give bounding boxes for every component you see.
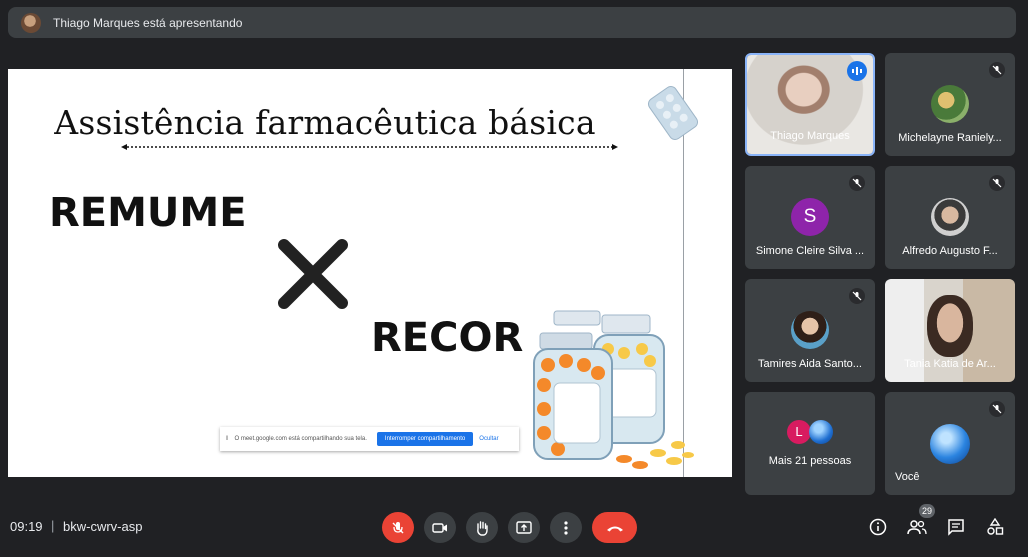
participant-avatar	[931, 85, 969, 123]
participant-avatar	[791, 311, 829, 349]
participant-name: Tamires Aida Santo...	[758, 358, 862, 370]
participant-tile-alfredo[interactable]: Alfredo Augusto F...	[885, 166, 1015, 269]
camera-toggle-button[interactable]	[424, 512, 456, 543]
presenter-avatar	[21, 12, 41, 33]
stop-sharing-button[interactable]: Interromper compartilhamento	[376, 432, 474, 446]
participant-tile-thiago[interactable]: Thiago Marques	[745, 53, 875, 156]
hide-notification-link[interactable]: Ocultar	[479, 436, 498, 442]
more-vert-icon	[564, 520, 568, 535]
people-button[interactable]	[906, 516, 928, 538]
participant-tile-tamires[interactable]: Tamires Aida Santo...	[745, 279, 875, 382]
activities-button[interactable]	[984, 516, 1006, 538]
meeting-code: bkw-cwrv-asp	[63, 519, 143, 534]
more-participants-label: Mais 21 pessoas	[768, 455, 852, 467]
activities-shapes-icon	[987, 518, 1004, 535]
participant-tile-more-people[interactable]: L Mais 21 pessoas	[745, 392, 875, 495]
drag-handle-icon[interactable]: ‖	[226, 436, 228, 442]
hand-icon	[477, 520, 488, 536]
self-name: Você	[895, 471, 920, 483]
participant-avatar	[931, 198, 969, 236]
participant-avatar-planet	[809, 420, 833, 444]
presenter-bar: Thiago Marques está apresentando	[8, 7, 1016, 38]
speaking-indicator-icon	[847, 61, 867, 81]
mic-off-icon	[989, 62, 1005, 78]
people-count-badge: 29	[919, 504, 935, 518]
mic-off-icon	[392, 521, 404, 533]
versus-x-icon	[278, 239, 348, 309]
meeting-clock: 09:19	[10, 519, 43, 534]
participant-name: Alfredo Augusto F...	[902, 245, 998, 257]
people-icon	[907, 520, 927, 535]
participant-face	[927, 295, 973, 357]
participant-tile-tania[interactable]: Tania Katia de Ar...	[885, 279, 1015, 382]
medicine-bottles-illustration	[533, 310, 694, 469]
participant-tile-self[interactable]: Você	[885, 392, 1015, 495]
raise-hand-button[interactable]	[466, 512, 498, 543]
self-avatar	[930, 424, 970, 464]
chat-icon	[948, 519, 964, 536]
present-screen-icon	[516, 520, 532, 534]
mic-off-icon	[849, 288, 865, 304]
mic-off-icon	[989, 175, 1005, 191]
participant-name: Thiago Marques	[770, 130, 850, 142]
hang-up-icon	[606, 526, 623, 531]
slide-word-remume: REMUME	[49, 190, 247, 236]
microphone-toggle-button[interactable]	[382, 512, 414, 543]
participant-avatar-l: L	[787, 420, 811, 444]
participant-name: Tania Katia de Ar...	[904, 358, 996, 370]
participant-name: Simone Cleire Silva ...	[755, 245, 865, 257]
pills-blister-icon	[647, 86, 699, 140]
info-icon	[869, 518, 887, 536]
participant-name: Michelayne Ranielу...	[898, 132, 1002, 144]
title-underline	[121, 144, 618, 150]
participant-tile-simone[interactable]: S Simone Cleire Silva ...	[745, 166, 875, 269]
presenter-text: Thiago Marques está apresentando	[53, 15, 243, 30]
leave-call-button[interactable]	[592, 512, 637, 543]
meeting-details-button[interactable]	[867, 516, 889, 538]
mic-off-icon	[849, 175, 865, 191]
slide-title: Assistência farmacêutica básica	[54, 103, 596, 142]
screen-share-notification: ‖ O meet.google.com está compartilhando …	[220, 427, 519, 451]
present-screen-button[interactable]	[508, 512, 540, 543]
shared-screen: Assistência farmacêutica básica REMUME R…	[8, 69, 732, 477]
separator: |	[51, 518, 55, 533]
participant-tile-michelayne[interactable]: Michelayne Ranielу...	[885, 53, 1015, 156]
chat-button[interactable]	[945, 516, 967, 538]
share-notification-text: O meet.google.com está compartilhando su…	[234, 436, 367, 442]
slide-word-recor: RECOR	[371, 315, 524, 361]
mic-off-icon	[989, 401, 1005, 417]
more-options-button[interactable]	[550, 512, 582, 543]
camera-icon	[432, 522, 447, 533]
participant-avatar: S	[791, 198, 829, 236]
